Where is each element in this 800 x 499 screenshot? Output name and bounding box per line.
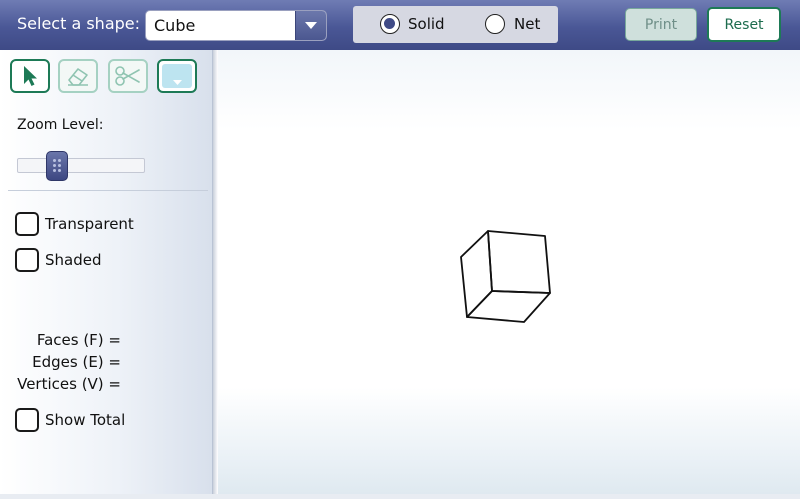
view-mode-group: Solid Net	[353, 6, 558, 43]
color-tool-button[interactable]	[157, 59, 197, 93]
arrow-cursor-icon	[24, 66, 37, 86]
grip-icon	[52, 159, 62, 174]
vertices-label: Vertices (V) =	[17, 375, 121, 393]
bottom-border	[0, 494, 800, 499]
shape-select-value: Cube	[154, 16, 196, 35]
shape-select-label: Select a shape:	[17, 14, 141, 33]
cube-front-face	[487, 230, 551, 294]
solid-radio-label: Solid	[408, 15, 445, 33]
zoom-level-label: Zoom Level:	[17, 117, 104, 133]
edges-label: Edges (E) =	[32, 353, 121, 371]
swatch-chevron-down-icon	[172, 80, 182, 85]
scissors-icon	[115, 66, 140, 86]
top-toolbar: Select a shape: Cube Solid Net Print Res…	[0, 0, 800, 50]
zoom-slider-track[interactable]	[17, 158, 145, 173]
show-total-checkbox[interactable]	[15, 408, 39, 432]
show-total-label: Show Total	[45, 411, 126, 429]
solid-radio[interactable]	[380, 14, 400, 34]
eraser-icon	[68, 68, 88, 86]
chevron-down-icon[interactable]	[295, 11, 326, 40]
net-radio-label: Net	[514, 15, 541, 33]
sidebar-divider	[8, 190, 208, 191]
cut-tool-button[interactable]	[108, 59, 148, 93]
shaded-label: Shaded	[45, 251, 102, 269]
shaded-checkbox[interactable]	[15, 248, 39, 272]
transparent-checkbox[interactable]	[15, 212, 39, 236]
cube-drawing[interactable]	[218, 50, 800, 494]
shape-select[interactable]: Cube	[145, 10, 327, 41]
transparent-label: Transparent	[45, 215, 134, 233]
select-tool-button[interactable]	[10, 59, 50, 93]
cube-left-face	[460, 230, 493, 318]
counts-panel: Faces (F) = Edges (E) = Vertices (V) =	[0, 331, 121, 401]
erase-tool-button[interactable]	[58, 59, 98, 93]
cube-bottom-face	[466, 290, 551, 323]
reset-button[interactable]: Reset	[707, 7, 781, 42]
faces-label: Faces (F) =	[36, 331, 121, 349]
net-radio[interactable]	[485, 14, 505, 34]
shape-canvas[interactable]	[218, 50, 800, 494]
color-swatch-icon	[162, 64, 192, 88]
zoom-slider-thumb[interactable]	[45, 151, 68, 181]
print-button[interactable]: Print	[625, 8, 697, 41]
